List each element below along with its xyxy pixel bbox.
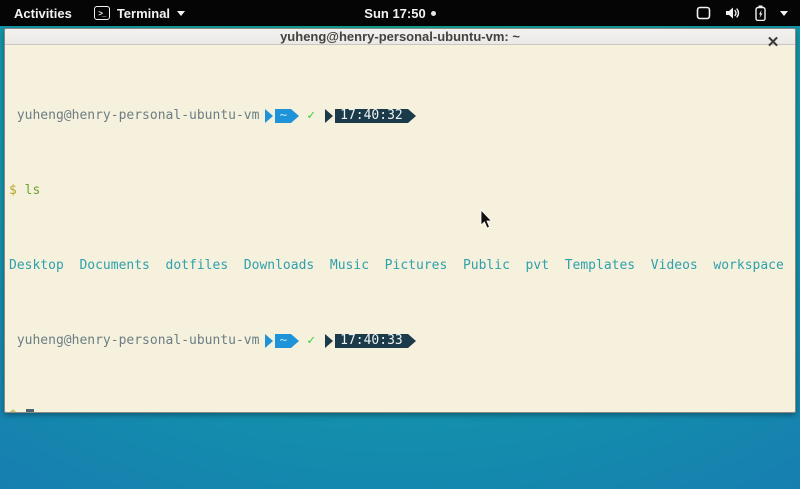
screen-icon	[696, 6, 711, 20]
input-line[interactable]: $	[9, 408, 791, 413]
status-check-icon: ✓	[307, 333, 315, 348]
user-host-text: yuheng@henry-personal-ubuntu-vm	[17, 108, 260, 123]
clock-button[interactable]: Sun 17:50	[364, 6, 435, 21]
powerline-cwd-segment: ~	[265, 334, 299, 348]
prompt-symbol: $	[9, 408, 17, 413]
ls-output: Desktop Documents dotfiles Downloads Mus…	[9, 258, 791, 273]
close-icon[interactable]: ✕	[763, 32, 783, 52]
app-menu-terminal[interactable]: >_ Terminal	[94, 6, 185, 21]
powerline-arrow-icon	[291, 109, 299, 123]
user-host-text: yuheng@henry-personal-ubuntu-vm	[17, 333, 260, 348]
app-menu-label: Terminal	[117, 6, 170, 21]
user-host-text	[9, 333, 17, 348]
battery-charging-icon	[755, 5, 766, 21]
clock-label: Sun 17:50	[364, 6, 425, 21]
powerline-arrow-icon	[325, 334, 333, 348]
volume-icon	[725, 6, 741, 20]
powerline-time-segment: 17:40:32	[325, 109, 416, 123]
status-check-icon: ✓	[307, 108, 315, 123]
powerline-cwd-segment: ~	[265, 109, 299, 123]
powerline-arrow-icon	[325, 109, 333, 123]
powerline-arrow-icon	[408, 109, 416, 123]
prompt-symbol: $	[9, 183, 17, 198]
gnome-top-bar: Activities >_ Terminal Sun 17:50	[0, 0, 800, 26]
cwd-text: ~	[275, 109, 291, 123]
time-text: 17:40:33	[335, 334, 408, 348]
chevron-down-icon	[780, 11, 788, 16]
terminal-window: yuheng@henry-personal-ubuntu-vm: ~ ✕ yuh…	[4, 28, 796, 413]
chevron-down-icon	[177, 11, 185, 16]
terminal-icon: >_	[94, 6, 110, 20]
powerline-arrow-icon	[265, 334, 273, 348]
powerline-arrow-icon	[291, 334, 299, 348]
activities-button[interactable]: Activities	[10, 4, 76, 23]
cwd-text: ~	[275, 334, 291, 348]
command-text: ls	[25, 183, 41, 198]
prompt-line: yuheng@henry-personal-ubuntu-vm ~ ✓ 17:4…	[9, 108, 791, 123]
powerline-arrow-icon	[265, 109, 273, 123]
window-titlebar[interactable]: yuheng@henry-personal-ubuntu-vm: ~ ✕	[5, 29, 795, 45]
notification-dot-icon	[431, 11, 436, 16]
terminal-content[interactable]: yuheng@henry-personal-ubuntu-vm ~ ✓ 17:4…	[5, 45, 795, 413]
prompt-line: yuheng@henry-personal-ubuntu-vm ~ ✓ 17:4…	[9, 333, 791, 348]
spacer	[17, 408, 25, 413]
text-cursor	[26, 409, 34, 414]
powerline-time-segment: 17:40:33	[325, 334, 416, 348]
spacer	[17, 183, 25, 198]
window-title: yuheng@henry-personal-ubuntu-vm: ~	[280, 29, 520, 44]
powerline-arrow-icon	[408, 334, 416, 348]
system-status-area[interactable]	[696, 5, 800, 21]
command-line: $ ls	[9, 183, 791, 198]
user-host-text	[9, 108, 17, 123]
time-text: 17:40:32	[335, 109, 408, 123]
